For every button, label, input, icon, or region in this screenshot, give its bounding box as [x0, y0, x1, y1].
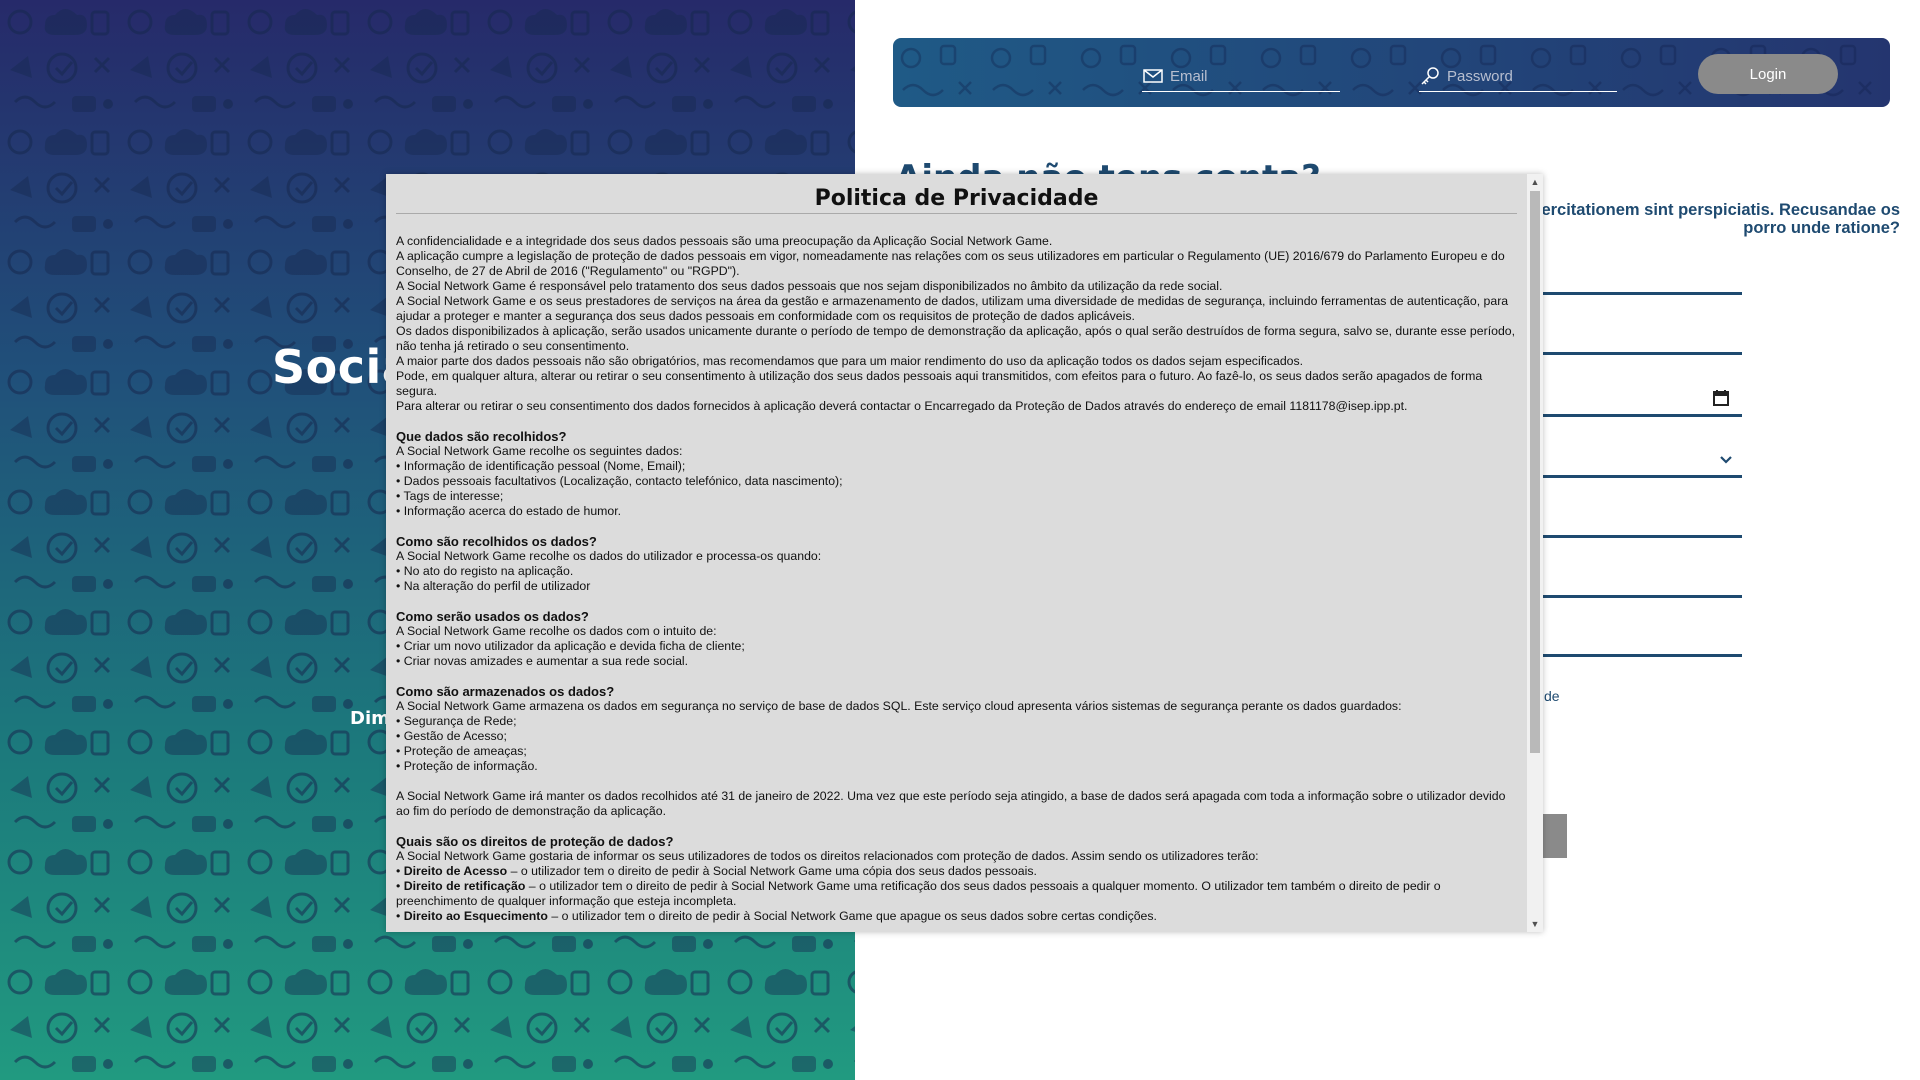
- section-title: Como serão usados os dados?: [396, 609, 589, 624]
- section-line: • Informação de identificação pessoal (N…: [396, 459, 686, 473]
- policy-intro-line: Para alterar ou retirar o seu consentime…: [396, 399, 1408, 413]
- register-field-birthdate[interactable]: [1520, 414, 1742, 417]
- section-line: A Social Network Game recolhe os dados c…: [396, 624, 717, 638]
- consent-text: de: [1544, 688, 1560, 704]
- section-line: • Informação acerca do estado de humor.: [396, 504, 622, 518]
- email-input[interactable]: [1170, 67, 1330, 85]
- modal-title: Politica de Privacidade: [396, 186, 1517, 214]
- right-item: • Direito de Acesso – o utilizador tem o…: [396, 864, 1037, 878]
- policy-section-usage: Como serão usados os dados? A Social Net…: [396, 609, 1517, 669]
- register-field-email[interactable]: [1520, 352, 1742, 355]
- policy-intro-line: A aplicação cumpre a legislação de prote…: [396, 249, 1505, 278]
- policy-intro-line: A Social Network Game é responsável pelo…: [396, 279, 1223, 293]
- scroll-up-arrow-icon[interactable]: ▲: [1527, 174, 1543, 190]
- right-term: Direito de retificação: [403, 879, 526, 893]
- section-line: • Na alteração do perfil de utilizador: [396, 579, 591, 593]
- section-line: A Social Network Game recolhe os seguint…: [396, 444, 683, 458]
- register-field-confirm-password[interactable]: [1520, 654, 1742, 657]
- password-input[interactable]: [1447, 67, 1607, 85]
- login-bar: Login: [893, 38, 1890, 107]
- section-title: Como são armazenados os dados?: [396, 684, 615, 699]
- mail-icon: [1142, 65, 1164, 87]
- section-line: • Dados pessoais facultativos (Localizaç…: [396, 474, 843, 488]
- policy-intro-line: A Social Network Game e os seus prestado…: [396, 294, 1509, 323]
- policy-intro-line: A confidencialidade e a integridade dos …: [396, 234, 1053, 248]
- policy-intro-line: Os dados disponibilizados à aplicação, s…: [396, 324, 1516, 353]
- section-line: • Proteção de ameaças;: [396, 744, 527, 758]
- right-term: Direito de Acesso: [403, 864, 508, 878]
- policy-intro-line: Pode, em qualquer altura, alterar ou ret…: [396, 369, 1483, 398]
- policy-section-data-collected: Que dados são recolhidos? A Social Netwo…: [396, 429, 1517, 519]
- register-description: exercitationem sint perspiciatis. Recusa…: [1523, 201, 1900, 237]
- right-item: • Direito ao Esquecimento – o utilizador…: [396, 909, 1157, 923]
- section-line: • Proteção de informação.: [396, 759, 538, 773]
- section-line: • Criar um novo utilizador da aplicação …: [396, 639, 745, 653]
- right-text: – o utilizador tem o direito de pedir à …: [507, 864, 1037, 878]
- section-title: Quais são os direitos de proteção de dad…: [396, 834, 674, 849]
- login-button[interactable]: Login: [1698, 54, 1838, 94]
- section-title: Como são recolhidos os dados?: [396, 534, 597, 549]
- register-field-select[interactable]: [1520, 475, 1742, 478]
- right-item: • Direito de retificação – o utilizador …: [396, 879, 1441, 908]
- section-line: • Gestão de Acesso;: [396, 729, 507, 743]
- section-line: A Social Network Game gostaria de inform…: [396, 849, 1259, 863]
- right-term: Direito ao Esquecimento: [403, 909, 548, 923]
- calendar-icon[interactable]: [1713, 389, 1729, 406]
- modal-body: Politica de Privacidade A confidencialid…: [386, 174, 1527, 932]
- register-field-name[interactable]: [1520, 292, 1742, 295]
- email-field-wrapper: [1142, 61, 1340, 92]
- policy-section-rights: Quais são os direitos de proteção de dad…: [396, 834, 1517, 924]
- section-line: • No ato do registo na aplicação.: [396, 564, 574, 578]
- right-text: – o utilizador tem o direito de pedir à …: [547, 909, 1157, 923]
- section-line: A Social Network Game armazena os dados …: [396, 699, 1402, 713]
- policy-text: A confidencialidade e a integridade dos …: [396, 234, 1517, 924]
- key-icon: [1419, 65, 1441, 87]
- section-line: • Criar novas amizades e aumentar a sua …: [396, 654, 689, 668]
- section-line: A Social Network Game recolhe os dados d…: [396, 549, 822, 563]
- modal-scrollbar[interactable]: ▲ ▼: [1527, 174, 1543, 932]
- register-field-password[interactable]: [1520, 595, 1742, 598]
- password-field-wrapper: [1419, 61, 1617, 92]
- section-line: • Tags de interesse;: [396, 489, 504, 503]
- policy-section-how-collected: Como são recolhidos os dados? A Social N…: [396, 534, 1517, 594]
- scroll-thumb[interactable]: [1530, 191, 1540, 753]
- right-text: – o utilizador tem o direito de pedir à …: [396, 879, 1441, 908]
- policy-intro-line: A maior parte dos dados pessoais não são…: [396, 354, 1304, 368]
- section-retention-note: A Social Network Game irá manter os dado…: [396, 789, 1506, 818]
- register-field-phone[interactable]: [1520, 535, 1742, 538]
- section-title: Que dados são recolhidos?: [396, 429, 567, 444]
- chevron-down-icon[interactable]: [1719, 455, 1733, 465]
- scroll-down-arrow-icon[interactable]: ▼: [1527, 916, 1543, 932]
- policy-section-storage: Como são armazenados os dados? A Social …: [396, 684, 1517, 819]
- privacy-policy-modal: Politica de Privacidade A confidencialid…: [386, 174, 1543, 932]
- section-line: • Segurança de Rede;: [396, 714, 517, 728]
